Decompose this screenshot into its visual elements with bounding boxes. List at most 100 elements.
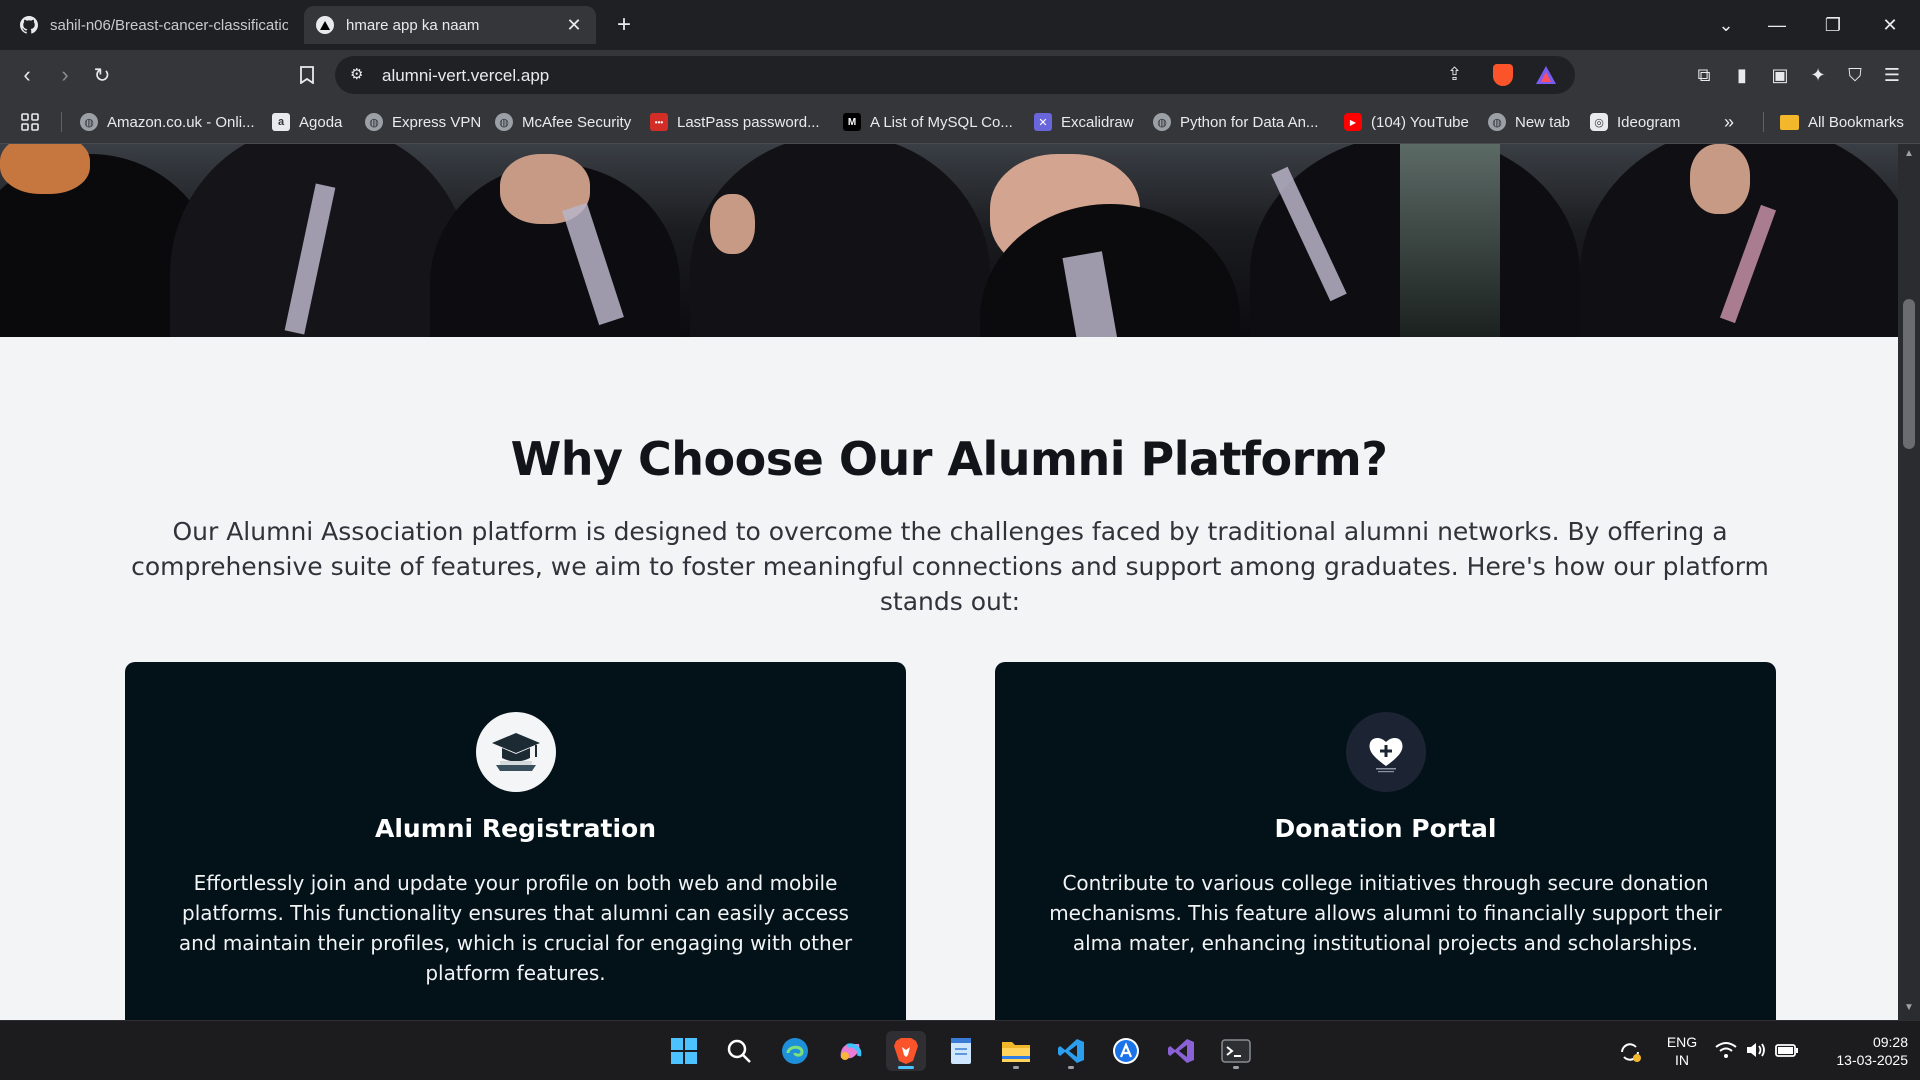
bookmark-python-data[interactable]: ◍ Python for Data An...	[1153, 111, 1318, 133]
youtube-icon: ▶	[1344, 113, 1362, 131]
feature-description: Effortlessly join and update your profil…	[178, 871, 853, 985]
clock-time: 09:28	[1872, 1034, 1908, 1050]
windows-taskbar: ENG IN 09:28 13-03-2025	[0, 1020, 1920, 1080]
bookmark-amazon[interactable]: ◍ Amazon.co.uk - Onli...	[80, 111, 255, 133]
copilot-icon[interactable]	[830, 1031, 870, 1071]
scrollbar-thumb[interactable]	[1903, 299, 1915, 449]
running-indicator	[1013, 1066, 1019, 1069]
language-indicator[interactable]: ENG IN	[1662, 1033, 1702, 1069]
lastpass-icon: •••	[650, 113, 668, 131]
bookmark-mcafee[interactable]: ◍ McAfee Security	[495, 111, 631, 133]
bookmark-page-icon[interactable]	[290, 58, 324, 92]
globe-icon: ◍	[495, 113, 513, 131]
visual-studio-icon[interactable]	[1161, 1031, 1201, 1071]
close-tab-icon[interactable]: ✕	[564, 15, 584, 35]
share-icon[interactable]: ⇪	[1447, 64, 1462, 85]
agoda-icon: a	[272, 113, 290, 131]
site-info-icon[interactable]: ⚙	[350, 65, 363, 83]
bookmark-label: All Bookmarks	[1808, 113, 1904, 131]
tab-title: hmare app ka naam	[346, 16, 480, 34]
wifi-icon[interactable]	[1715, 1041, 1737, 1064]
battery-icon[interactable]	[1775, 1041, 1799, 1064]
scroll-down-arrow-icon[interactable]: ▼	[1903, 1002, 1915, 1014]
new-tab-button[interactable]: +	[604, 10, 644, 40]
running-indicator	[1233, 1066, 1239, 1069]
bookmark-label: Agoda	[299, 113, 343, 131]
terminal-icon[interactable]	[1216, 1031, 1256, 1071]
globe-icon: ◍	[1153, 113, 1171, 131]
file-explorer-icon[interactable]	[996, 1031, 1036, 1071]
browser-toolbar: ‹ › ↻ ⚙ alumni-vert.vercel.app ⇪ ⧉ ▮ ▣ ✦…	[0, 50, 1920, 100]
bookmark-youtube[interactable]: ▶ (104) YouTube	[1344, 111, 1469, 133]
graduation-cap-icon	[475, 712, 556, 792]
tab-title: sahil-n06/Breast-cancer-classificatio	[50, 16, 288, 34]
wallet-icon[interactable]: ▣	[1768, 63, 1792, 87]
bookmark-new-tab[interactable]: ◍ New tab	[1488, 111, 1570, 133]
feature-title: Alumni Registration	[374, 814, 657, 843]
globe-icon: ◍	[1488, 113, 1506, 131]
page-viewport[interactable]: Why Choose Our Alumni Platform? Our Alum…	[0, 144, 1898, 1020]
bookmark-agoda[interactable]: a Agoda	[272, 111, 342, 133]
restore-button[interactable]: ❐	[1813, 10, 1853, 40]
scroll-up-arrow-icon[interactable]: ▲	[1903, 148, 1915, 160]
brave-shields-icon[interactable]	[1493, 64, 1513, 86]
app-store-icon[interactable]	[1106, 1031, 1146, 1071]
notepad-icon[interactable]	[941, 1031, 981, 1071]
language-code: ENG	[1666, 1034, 1698, 1050]
bookmark-lastpass[interactable]: ••• LastPass password...	[650, 111, 820, 133]
bookmark-ideogram[interactable]: ◎ Ideogram	[1590, 111, 1680, 133]
running-indicator	[1068, 1066, 1074, 1069]
browser-tab-strip: sahil-n06/Breast-cancer-classificatio hm…	[0, 0, 1920, 50]
all-bookmarks-folder[interactable]: All Bookmarks	[1780, 111, 1904, 133]
more-bookmarks-chevron-icon[interactable]: »	[1724, 111, 1734, 133]
reload-button[interactable]: ↻	[85, 58, 119, 92]
bookmark-label: LastPass password...	[677, 113, 820, 131]
medium-icon: M	[843, 113, 861, 131]
active-indicator	[898, 1066, 914, 1069]
bookmark-label: Python for Data An...	[1180, 113, 1319, 131]
feature-description: Contribute to various college initiative…	[1049, 871, 1722, 955]
edge-icon[interactable]	[775, 1031, 815, 1071]
bookmark-label: McAfee Security	[522, 113, 632, 131]
clock-date: 13-03-2025	[1836, 1052, 1908, 1068]
clock[interactable]: 09:28 13-03-2025	[1808, 1033, 1908, 1069]
sync-icon[interactable]	[1617, 1039, 1643, 1065]
brave-icon[interactable]	[886, 1031, 926, 1071]
windows-start-icon[interactable]	[664, 1031, 704, 1071]
bookmark-label: A List of MySQL Co...	[870, 113, 1013, 131]
extensions-icon[interactable]: ⧉	[1692, 63, 1716, 87]
globe-icon: ◍	[80, 113, 98, 131]
github-icon	[20, 16, 38, 34]
folder-icon	[1780, 114, 1799, 130]
bookmark-label: Ideogram	[1617, 113, 1681, 131]
vpn-shield-icon[interactable]: ⛉	[1843, 63, 1867, 87]
bookmark-excalidraw[interactable]: ✕ Excalidraw	[1034, 111, 1134, 133]
feature-card-donation-portal: Donation Portal Contribute to various co…	[995, 662, 1776, 1020]
bookmark-mysql-list[interactable]: M A List of MySQL Co...	[843, 111, 1013, 133]
menu-icon[interactable]: ☰	[1880, 63, 1904, 87]
bookmark-expressvpn[interactable]: ◍ Express VPN	[365, 111, 481, 133]
ideogram-icon: ◎	[1590, 113, 1608, 131]
close-window-button[interactable]: ✕	[1870, 10, 1910, 40]
tab-active-app[interactable]: hmare app ka naam ✕	[304, 6, 596, 44]
sidebar-icon[interactable]: ▮	[1730, 63, 1754, 87]
heart-donation-icon	[1345, 712, 1426, 792]
volume-icon[interactable]	[1745, 1041, 1767, 1064]
region-code: IN	[1675, 1052, 1689, 1068]
search-icon[interactable]	[719, 1031, 759, 1071]
address-bar[interactable]: ⚙ alumni-vert.vercel.app ⇪	[335, 56, 1575, 94]
page-scrollbar[interactable]: ▲ ▼	[1898, 144, 1920, 1020]
url-text[interactable]: alumni-vert.vercel.app	[382, 66, 549, 86]
back-button[interactable]: ‹	[10, 58, 44, 92]
apps-grid-icon[interactable]	[20, 111, 40, 133]
forward-button[interactable]: ›	[48, 58, 82, 92]
tab-search-chevron-icon[interactable]: ⌄	[1706, 10, 1746, 40]
minimize-button[interactable]: —	[1757, 10, 1797, 40]
globe-icon: ◍	[365, 113, 383, 131]
brave-rewards-icon[interactable]	[1535, 65, 1557, 90]
leo-ai-icon[interactable]: ✦	[1806, 63, 1830, 87]
vscode-icon[interactable]	[1051, 1031, 1091, 1071]
section-description: Our Alumni Association platform is desig…	[131, 517, 1769, 616]
feature-card-alumni-registration: Alumni Registration Effortlessly join an…	[125, 662, 906, 1020]
tab-github[interactable]: sahil-n06/Breast-cancer-classificatio	[8, 6, 300, 44]
